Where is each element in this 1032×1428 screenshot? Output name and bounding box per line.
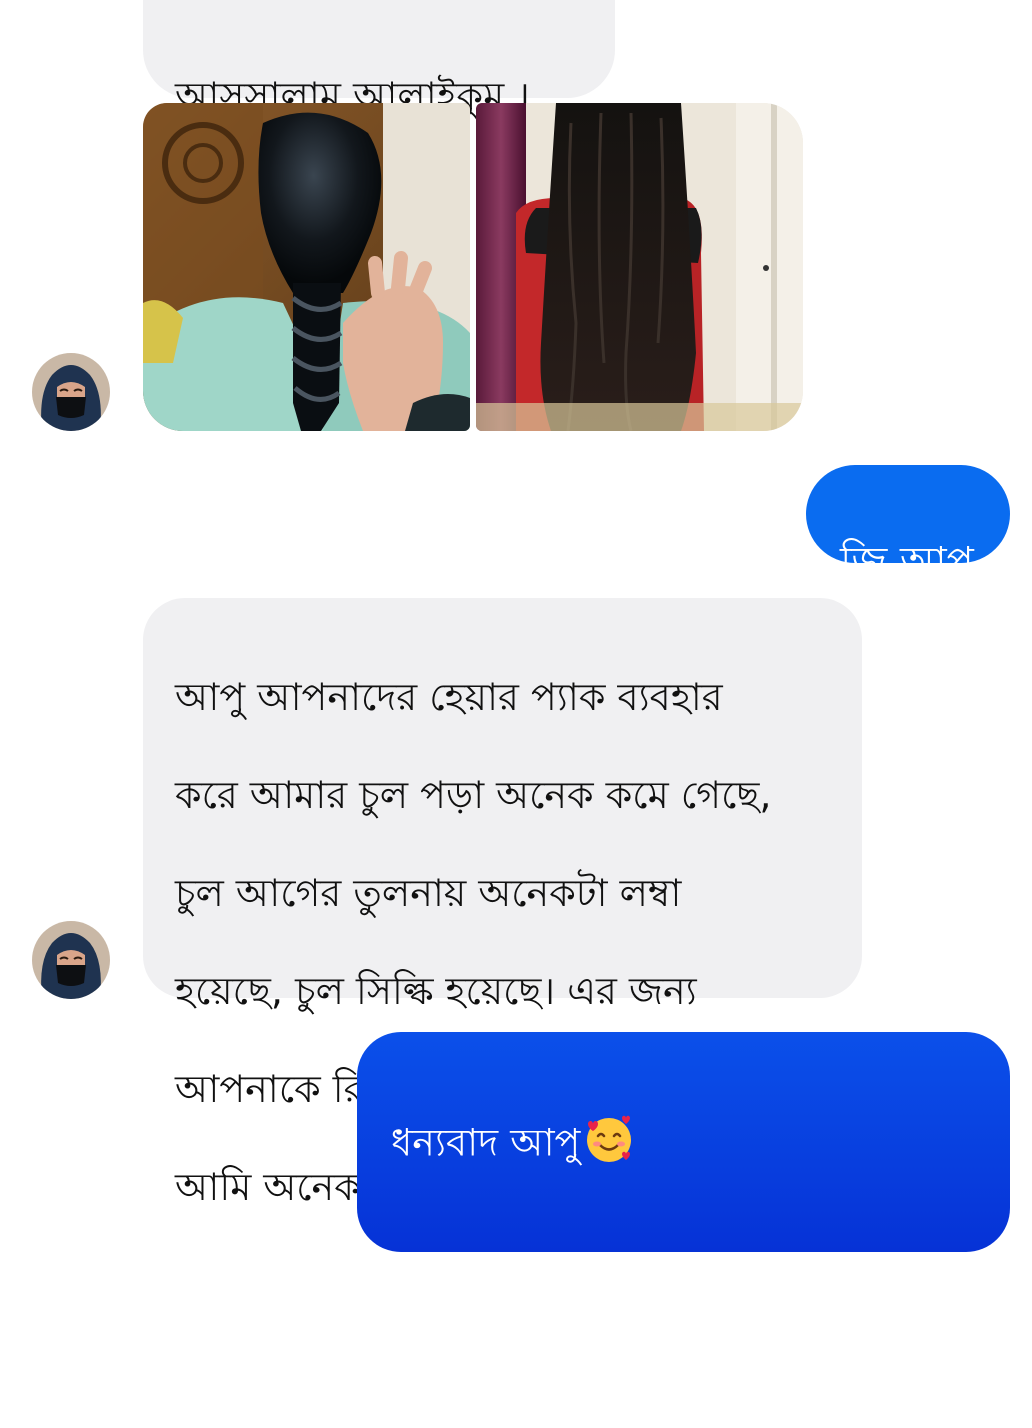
photo-attachments (143, 103, 803, 433)
long-hair-image (476, 103, 803, 431)
message-line: আপু আপনাদের হেয়ার প্যাক ব্যবহার (175, 675, 723, 719)
photo-braided-hair[interactable] (143, 103, 470, 431)
message-text: ধন্যবাদ আপু (391, 1120, 581, 1165)
message-line: হয়েছে, চুল সিল্কি হয়েছে। এর জন্য (175, 969, 697, 1013)
sender-avatar[interactable] (32, 921, 110, 999)
message-text: জি আপু (840, 539, 974, 585)
smiling-face-with-hearts-icon (582, 1112, 636, 1178)
message-line: করে আমার চুল পড়া অনেক কমে গেছে, (175, 773, 772, 817)
braided-hair-image (143, 103, 470, 431)
incoming-message-bubble[interactable]: আসসালামু আলাইকুম । (143, 0, 615, 118)
sender-avatar[interactable] (32, 353, 110, 431)
message-line: ধন্যবাদ আপু (391, 1112, 980, 1178)
message-line: অর্গানিক ছোয়ার সাথে থাকার জন্য। (391, 1331, 924, 1375)
outgoing-message-bubble[interactable]: জি আপু (806, 465, 1010, 585)
avatar-image (32, 353, 110, 431)
incoming-review-bubble[interactable]: আপু আপনাদের হেয়ার প্যাক ব্যবহার করে আমা… (143, 598, 862, 1209)
avatar-image (32, 921, 110, 999)
outgoing-thanks-bubble[interactable]: ধন্যবাদ আপু অর্গানিক ছোয়ার সাথে থাকার জ… (357, 1032, 1010, 1375)
message-line: চুল আগের তুলনায় অনেকটা লম্বা (175, 871, 682, 915)
chat-thread: আসসালামু আলাইকুম । জি আপু আপু আপনাদের হে… (0, 0, 1032, 1375)
photo-long-hair[interactable] (476, 103, 803, 431)
